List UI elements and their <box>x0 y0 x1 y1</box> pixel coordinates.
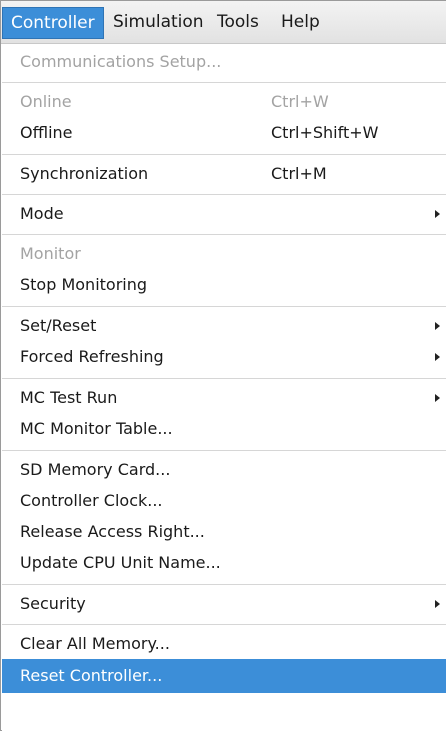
menu-item-label: SD Memory Card... <box>20 460 171 479</box>
submenu-arrow-icon <box>435 322 440 330</box>
menu-item-communications-setup[interactable]: Communications Setup... <box>2 45 446 79</box>
menu-item-mode[interactable]: Mode <box>2 197 446 231</box>
menu-item-label: MC Test Run <box>20 388 118 407</box>
menu-item-label: Reset Controller... <box>20 666 163 685</box>
submenu-arrow-icon <box>435 600 440 608</box>
menu-item-label: Clear All Memory... <box>20 634 170 653</box>
menu-item-online[interactable]: Online Ctrl+W <box>2 85 446 119</box>
menu-separator <box>2 234 446 235</box>
menu-item-label: Offline <box>20 123 73 142</box>
menu-item-mc-test-run[interactable]: MC Test Run <box>2 381 446 415</box>
app-window: Controller Simulation Tools Help Communi… <box>0 0 446 731</box>
menu-item-label: Communications Setup... <box>20 52 222 71</box>
controller-dropdown-menu: Communications Setup... Online Ctrl+W Of… <box>2 44 446 731</box>
menu-separator <box>2 450 446 451</box>
menu-item-label: Release Access Right... <box>20 522 205 541</box>
menu-item-label: Forced Refreshing <box>20 347 164 366</box>
menu-item-label: Mode <box>20 204 64 223</box>
submenu-arrow-icon <box>435 353 440 361</box>
menu-separator <box>2 378 446 379</box>
menu-controller[interactable]: Controller <box>2 7 104 39</box>
menu-item-label: Update CPU Unit Name... <box>20 553 221 572</box>
menu-item-synchronization[interactable]: Synchronization Ctrl+M <box>2 157 446 191</box>
menu-help[interactable]: Help <box>273 7 328 39</box>
menu-item-sd-memory-card[interactable]: SD Memory Card... <box>2 453 446 487</box>
menu-item-label: Monitor <box>20 244 81 263</box>
shortcut-label: Ctrl+Shift+W <box>271 123 379 142</box>
menu-tools[interactable]: Tools <box>209 7 267 39</box>
menu-item-label: Stop Monitoring <box>20 275 148 294</box>
shortcut-label: Ctrl+M <box>271 164 327 183</box>
menu-item-clear-all-memory[interactable]: Clear All Memory... <box>2 627 446 661</box>
menu-item-set-reset[interactable]: Set/Reset <box>2 309 446 343</box>
menu-item-mc-monitor-table[interactable]: MC Monitor Table... <box>2 412 446 446</box>
menu-item-label: MC Monitor Table... <box>20 419 173 438</box>
menu-item-monitor[interactable]: Monitor <box>2 237 446 271</box>
menu-item-stop-monitoring[interactable]: Stop Monitoring <box>2 268 446 302</box>
menu-separator <box>2 624 446 625</box>
menu-separator <box>2 584 446 585</box>
menu-simulation[interactable]: Simulation <box>105 7 212 39</box>
menu-bar: Controller Simulation Tools Help <box>1 1 446 44</box>
shortcut-label: Ctrl+W <box>271 92 329 111</box>
submenu-arrow-icon <box>435 394 440 402</box>
menu-item-label: Online <box>20 92 72 111</box>
menu-item-release-access-right[interactable]: Release Access Right... <box>2 515 446 549</box>
menu-item-label: Controller Clock... <box>20 491 163 510</box>
menu-item-offline[interactable]: Offline Ctrl+Shift+W <box>2 116 446 150</box>
menu-item-label: Synchronization <box>20 164 149 183</box>
menu-item-controller-clock[interactable]: Controller Clock... <box>2 484 446 518</box>
menu-item-forced-refreshing[interactable]: Forced Refreshing <box>2 340 446 374</box>
menu-item-security[interactable]: Security <box>2 587 446 621</box>
menu-separator <box>2 82 446 83</box>
menu-item-label: Set/Reset <box>20 316 97 335</box>
submenu-arrow-icon <box>435 210 440 218</box>
menu-item-update-cpu-unit-name[interactable]: Update CPU Unit Name... <box>2 546 446 580</box>
menu-item-label: Security <box>20 594 86 613</box>
menu-item-reset-controller[interactable]: Reset Controller... <box>2 659 446 693</box>
menu-separator <box>2 194 446 195</box>
menu-separator <box>2 154 446 155</box>
menu-separator <box>2 306 446 307</box>
